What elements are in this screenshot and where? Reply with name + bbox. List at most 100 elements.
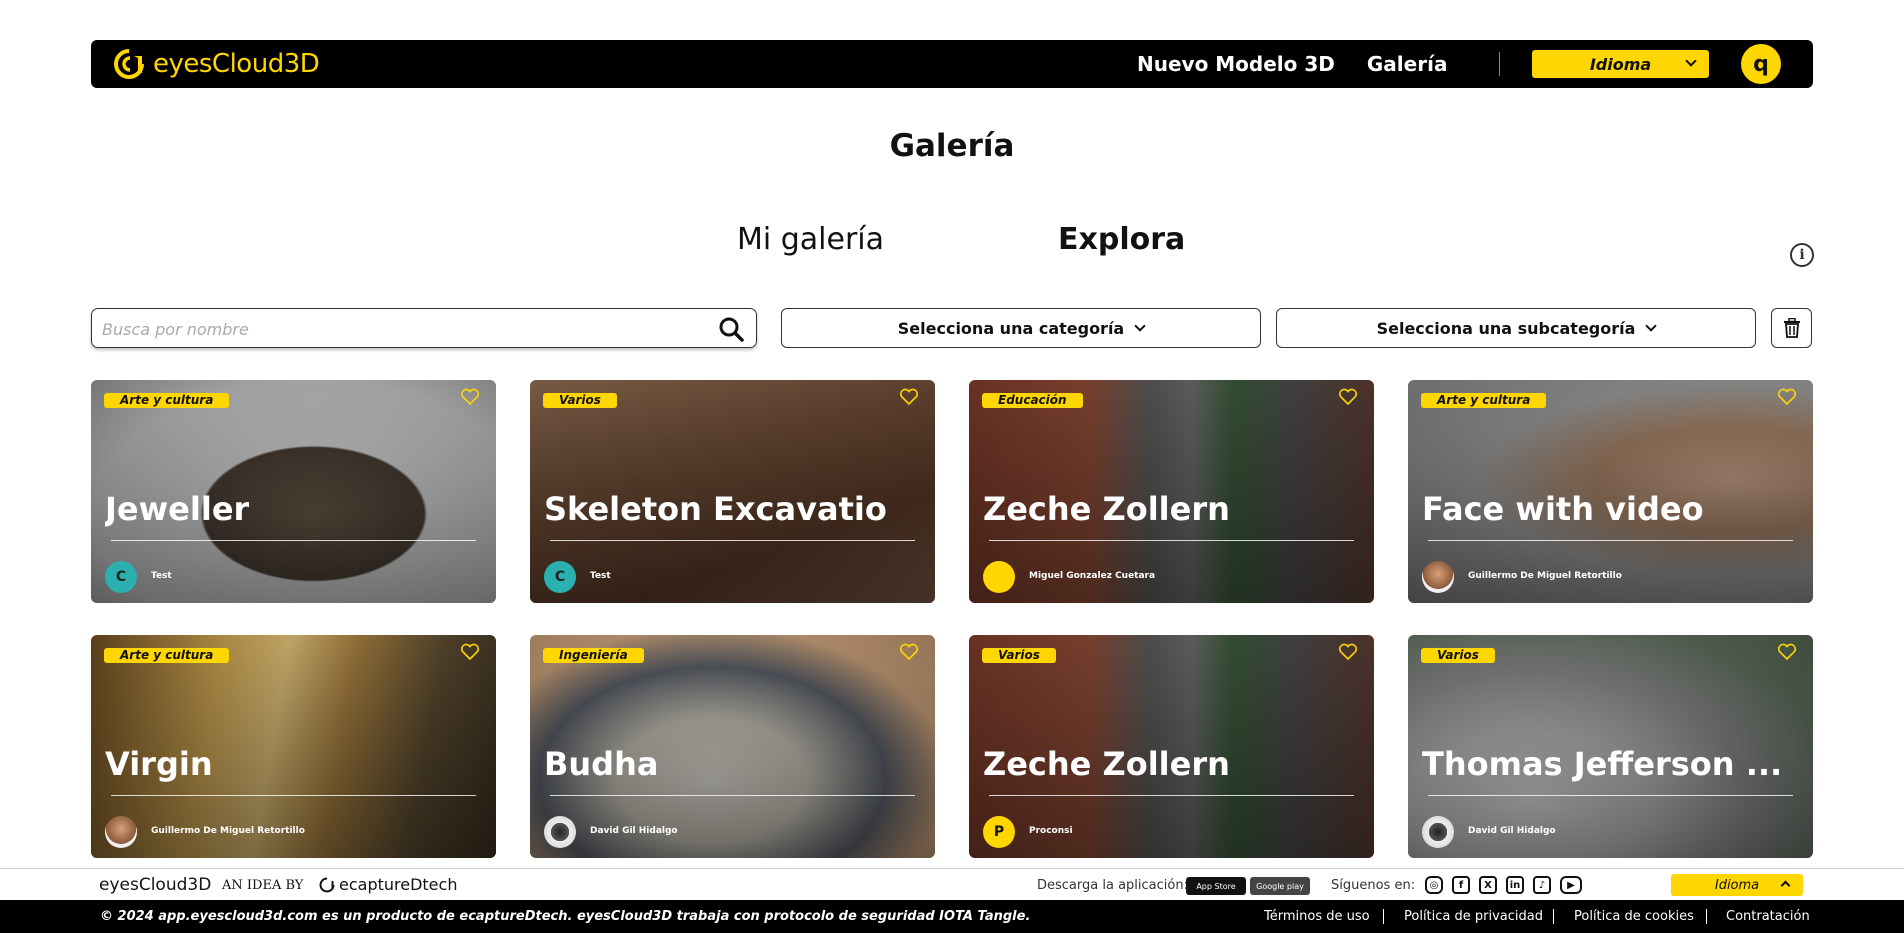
app-store-button[interactable]: App Store — [1186, 877, 1246, 895]
chevron-down-icon — [1685, 55, 1697, 67]
page-title: Galería — [889, 128, 1015, 164]
card-title: Thomas Jefferson ... — [1422, 745, 1783, 783]
youtube-icon[interactable]: ▶ — [1560, 876, 1582, 894]
heart-icon[interactable] — [1777, 388, 1797, 406]
card-author: Miguel Gonzalez Cuetara — [1029, 571, 1156, 581]
author-avatar: C — [544, 561, 576, 593]
footer-top: eyesCloud3D AN IDEA BY ecaptureDtech Des… — [0, 868, 1904, 900]
nav-links: Nuevo Modelo 3D Galería — [1137, 40, 1447, 88]
trash-icon — [1783, 318, 1800, 338]
model-card[interactable]: Ingeniería Budha David Gil Hidalgo — [530, 635, 935, 858]
search-input[interactable] — [102, 315, 692, 343]
category-badge: Educación — [982, 393, 1083, 408]
card-author: Test — [590, 571, 611, 581]
app-logo[interactable]: eyesCloud3D — [111, 48, 320, 80]
chevron-down-icon — [1645, 319, 1658, 332]
card-author: Guillermo De Miguel Retortillo — [1468, 571, 1622, 581]
tab-mi-galeria[interactable]: Mi galería — [737, 222, 884, 257]
card-title: Budha — [544, 745, 659, 783]
author-avatar — [544, 816, 576, 848]
card-author: Test — [151, 571, 172, 581]
category-badge: Arte y cultura — [1421, 393, 1547, 408]
card-author: Guillermo De Miguel Retortillo — [151, 826, 305, 836]
nav-gallery[interactable]: Galería — [1367, 52, 1448, 76]
footer-bottom: © 2024 app.eyescloud3d.com es un product… — [0, 900, 1904, 933]
heart-icon[interactable] — [460, 643, 480, 661]
footer-link-terms[interactable]: Términos de uso — [1264, 909, 1370, 924]
category-badge: Arte y cultura — [104, 393, 230, 408]
heart-icon[interactable] — [1338, 388, 1358, 406]
category-badge: Varios — [1421, 648, 1495, 663]
nav-new-model[interactable]: Nuevo Modelo 3D — [1137, 52, 1335, 76]
model-card[interactable]: Varios Zeche Zollern P Proconsi — [969, 635, 1374, 858]
author-avatar — [983, 561, 1015, 593]
nav-divider — [1499, 52, 1500, 76]
linkedin-icon[interactable]: in — [1506, 876, 1524, 894]
card-author: David Gil Hidalgo — [590, 826, 678, 836]
footer-download-label: Descarga la aplicación: — [1037, 878, 1188, 893]
tab-explora[interactable]: Explora — [1058, 222, 1185, 257]
author-avatar: C — [105, 561, 137, 593]
card-title: Zeche Zollern — [983, 490, 1230, 528]
category-badge: Arte y cultura — [104, 648, 230, 663]
card-title: Jeweller — [105, 490, 250, 528]
facebook-icon[interactable]: f — [1452, 876, 1470, 894]
tiktok-icon[interactable]: ♪ — [1533, 876, 1551, 894]
chevron-down-icon — [1134, 319, 1146, 332]
footer-link-cookies[interactable]: Política de cookies — [1574, 909, 1694, 924]
card-author: Proconsi — [1029, 826, 1073, 836]
author-avatar — [105, 816, 137, 848]
logo-text: eyesCloud3D — [153, 49, 320, 79]
footer-language-label: Idioma — [1714, 877, 1760, 893]
footer-language-select[interactable]: Idioma — [1671, 874, 1803, 896]
subcategory-select-label: Selecciona una subcategoría — [1376, 318, 1636, 338]
heart-icon[interactable] — [1338, 643, 1358, 661]
model-card[interactable]: Arte y cultura Face with video Guillermo… — [1408, 380, 1813, 603]
category-badge: Varios — [543, 393, 617, 408]
category-select-label: Selecciona una categoría — [897, 318, 1125, 338]
language-select[interactable]: Idioma — [1532, 50, 1709, 78]
language-label: Idioma — [1589, 54, 1652, 74]
subcategory-select[interactable]: Selecciona una subcategoría — [1276, 308, 1756, 348]
heart-icon[interactable] — [899, 388, 919, 406]
eyescloud-logo-icon — [114, 49, 144, 79]
instagram-icon[interactable]: ◎ — [1425, 876, 1443, 894]
footer-brand[interactable]: eyesCloud3D — [99, 875, 211, 895]
author-avatar — [1422, 561, 1454, 593]
card-title: Zeche Zollern — [983, 745, 1230, 783]
category-badge: Varios — [982, 648, 1056, 663]
search-icon[interactable] — [718, 316, 744, 342]
info-icon[interactable]: i — [1790, 243, 1814, 267]
author-avatar — [1422, 816, 1454, 848]
clear-filters-button[interactable] — [1771, 308, 1812, 348]
chevron-up-icon — [1780, 880, 1791, 891]
footer-link-contract[interactable]: Contratación — [1726, 909, 1810, 924]
card-title: Virgin — [105, 745, 213, 783]
model-card[interactable]: Arte y cultura Jeweller C Test — [91, 380, 496, 603]
ecapture-text: ecaptureDtech — [339, 875, 458, 894]
model-card[interactable]: Educación Zeche Zollern Miguel Gonzalez … — [969, 380, 1374, 603]
search-box — [91, 308, 757, 348]
model-card[interactable]: Arte y cultura Virgin Guillermo De Migue… — [91, 635, 496, 858]
heart-icon[interactable] — [460, 388, 480, 406]
footer-copyright: © 2024 app.eyescloud3d.com es un product… — [100, 909, 1031, 924]
footer-link-privacy[interactable]: Política de privacidad — [1404, 909, 1543, 924]
author-avatar: P — [983, 816, 1015, 848]
card-title: Face with video — [1422, 490, 1704, 528]
card-title: Skeleton Excavatio — [544, 490, 887, 528]
category-badge: Ingeniería — [543, 648, 644, 663]
card-author: David Gil Hidalgo — [1468, 826, 1556, 836]
model-card[interactable]: Varios Thomas Jefferson ... David Gil Hi… — [1408, 635, 1813, 858]
google-play-button[interactable]: Google play — [1250, 877, 1310, 895]
category-select[interactable]: Selecciona una categoría — [781, 308, 1261, 348]
footer-ecapture-logo[interactable]: ecaptureDtech — [318, 875, 457, 894]
top-navbar: eyesCloud3D Nuevo Modelo 3D Galería Idio… — [91, 40, 1813, 88]
heart-icon[interactable] — [899, 643, 919, 661]
model-card[interactable]: Varios Skeleton Excavatio C Test — [530, 380, 935, 603]
heart-icon[interactable] — [1777, 643, 1797, 661]
x-twitter-icon[interactable]: X — [1479, 876, 1497, 894]
ecapture-logo-icon — [319, 877, 335, 892]
footer-follow-label: Síguenos en: — [1331, 878, 1416, 893]
user-avatar[interactable]: q — [1741, 44, 1781, 84]
footer-idea-by: AN IDEA BY — [222, 878, 304, 893]
